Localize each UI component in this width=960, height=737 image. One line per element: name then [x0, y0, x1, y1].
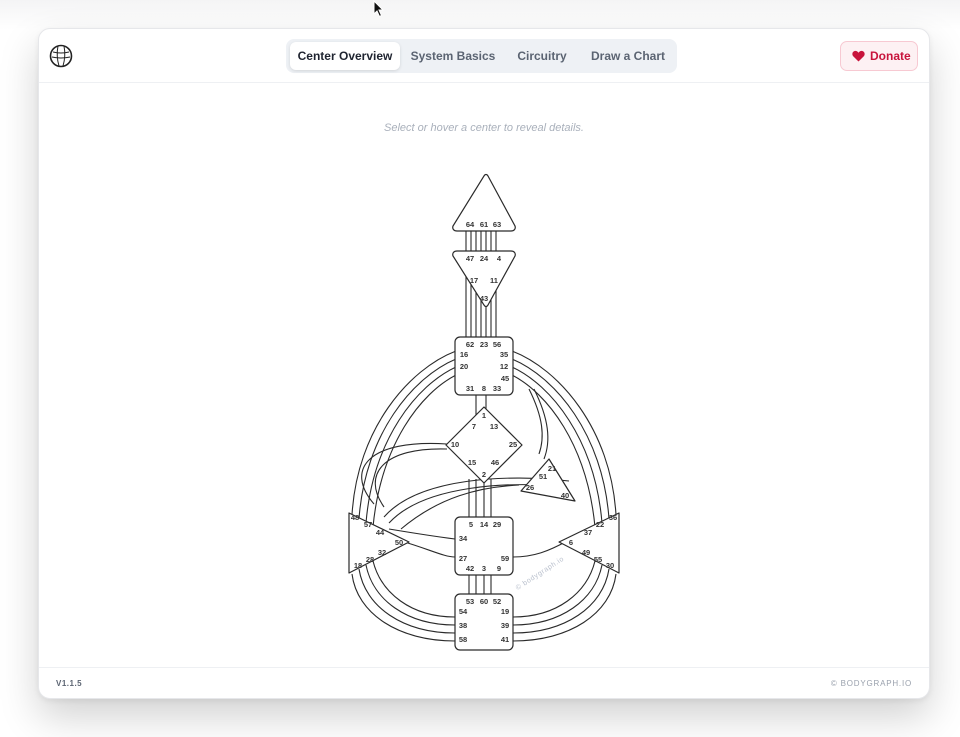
gate-label: 26 [526, 483, 534, 492]
version-label: V1.1.5 [56, 679, 83, 688]
gate-label: 58 [459, 635, 467, 644]
gate-label: 39 [501, 621, 509, 630]
gate-label: 43 [480, 294, 488, 303]
gate-label: 61 [480, 220, 488, 229]
gate-label: 64 [466, 220, 475, 229]
gate-label: 49 [582, 548, 590, 557]
gate-label: 11 [490, 276, 498, 285]
gate-label: 28 [366, 555, 374, 564]
gate-label: 1 [482, 411, 486, 420]
gate-label: 56 [493, 340, 501, 349]
gate-label: 33 [493, 384, 501, 393]
desktop-background [0, 0, 960, 30]
gate-label: 3 [482, 564, 486, 573]
gate-label: 22 [596, 520, 604, 529]
gate-label: 18 [354, 561, 362, 570]
app-window: Center Overview System Basics Circuitry … [38, 28, 930, 699]
gate-label: 54 [459, 607, 468, 616]
gate-label: 6 [569, 538, 573, 547]
gate-label: 35 [500, 350, 508, 359]
gate-label: 16 [460, 350, 468, 359]
gate-label: 14 [480, 520, 489, 529]
gate-label: 60 [480, 597, 488, 606]
gate-label: 40 [561, 491, 569, 500]
gate-label: 50 [395, 538, 403, 547]
gate-label: 29 [493, 520, 501, 529]
bodygraph-chart: 64 61 63 47 24 4 17 11 43 62 23 56 16 35… [348, 173, 620, 651]
gate-label: 32 [378, 548, 386, 557]
gate-label: 9 [497, 564, 501, 573]
gate-label: 45 [501, 374, 509, 383]
gate-label: 21 [548, 464, 556, 473]
copyright-text: © BODYGRAPH.IO [830, 679, 912, 688]
gate-label: 48 [351, 513, 359, 522]
gate-label: 5 [469, 520, 473, 529]
chart-watermark: © bodygraph.io [514, 555, 565, 592]
gate-label: 24 [480, 254, 489, 263]
gate-label: 52 [493, 597, 501, 606]
gate-label: 20 [460, 362, 468, 371]
gate-label: 42 [466, 564, 474, 573]
gate-label: 63 [493, 220, 501, 229]
gate-label: 51 [539, 472, 547, 481]
gate-label: 13 [490, 422, 498, 431]
gate-label: 10 [451, 440, 459, 449]
mouse-cursor-icon [373, 0, 385, 18]
gate-label: 30 [606, 561, 614, 570]
gate-label: 31 [466, 384, 474, 393]
gate-label: 12 [500, 362, 508, 371]
gate-label: 44 [376, 528, 385, 537]
footer: V1.1.5 © BODYGRAPH.IO [39, 667, 929, 698]
gate-label: 7 [472, 422, 476, 431]
gate-label: 23 [480, 340, 488, 349]
gate-label: 47 [466, 254, 474, 263]
gate-label: 25 [509, 440, 517, 449]
gate-label: 27 [459, 554, 467, 563]
gate-label: 62 [466, 340, 474, 349]
gate-label: 38 [459, 621, 467, 630]
gate-label: 46 [491, 458, 499, 467]
gate-label: 59 [501, 554, 509, 563]
gate-label: 34 [459, 534, 468, 543]
gate-label: 17 [470, 276, 478, 285]
gate-label: 19 [501, 607, 509, 616]
gate-label: 2 [482, 470, 486, 479]
gate-label: 8 [482, 384, 486, 393]
gate-label: 53 [466, 597, 474, 606]
gate-label: 37 [584, 528, 592, 537]
gate-label: 57 [364, 520, 372, 529]
gate-label: 41 [501, 635, 509, 644]
gate-label: 15 [468, 458, 476, 467]
gate-label: 55 [594, 555, 602, 564]
gate-label: 36 [609, 513, 617, 522]
